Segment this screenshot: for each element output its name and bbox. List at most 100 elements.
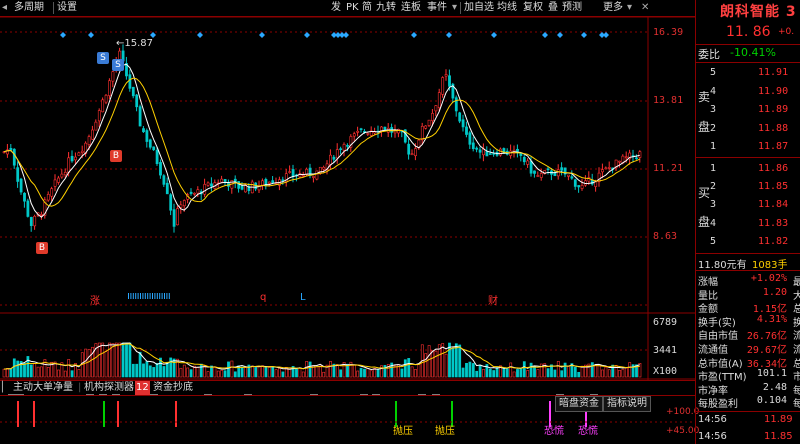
settings-button[interactable]: 设置 [57, 1, 77, 15]
event-diamond[interactable] [411, 32, 417, 38]
event-marker[interactable]: 财 [488, 292, 498, 307]
pk-button[interactable]: PK [346, 1, 359, 15]
close-icon[interactable]: ✕ [641, 1, 649, 15]
jiuzhuan-button[interactable]: 九转 [376, 1, 396, 15]
tab-institution-detector[interactable]: 机构探测器 [84, 381, 134, 395]
candle-body [420, 125, 424, 141]
sell-side-label: 盘 [698, 120, 711, 134]
candle-body [465, 126, 468, 135]
sell-price[interactable]: 11.91 [758, 67, 788, 78]
jian-button[interactable]: 简 [362, 1, 372, 15]
volume-bar [471, 363, 475, 378]
event-diamond[interactable] [603, 32, 609, 38]
buy-marker[interactable]: B [110, 150, 122, 162]
volume-bar [424, 353, 428, 378]
chevron-down-icon[interactable]: ▾ [627, 1, 632, 15]
left-arrow-icon[interactable]: ◂ [2, 1, 7, 15]
candle-body [539, 173, 543, 178]
event-marker[interactable]: L [300, 292, 306, 303]
volume-bar [594, 364, 598, 378]
event-diamond[interactable] [197, 32, 203, 38]
event-diamond[interactable] [60, 32, 66, 38]
multi-period-button[interactable]: 多周期 [14, 1, 44, 15]
sell-price[interactable]: 11.87 [758, 141, 788, 152]
event-diamond[interactable] [304, 32, 310, 38]
volume-bar [206, 371, 210, 378]
price-axis-label: 8.63 [653, 231, 678, 242]
buy-price[interactable]: 11.83 [758, 218, 788, 229]
event-marker[interactable]: 涨 [90, 292, 100, 307]
add-watchlist-button[interactable]: 加自选 [464, 1, 494, 15]
candle-body [526, 160, 530, 165]
buy-price[interactable]: 11.86 [758, 163, 788, 174]
candle-body [169, 194, 173, 211]
candle-body [288, 171, 292, 173]
candle-body [471, 142, 475, 150]
event-tick [156, 293, 158, 299]
event-diamond[interactable] [343, 32, 349, 38]
overlay-button[interactable]: 叠 [548, 1, 558, 15]
volume-bar [522, 361, 526, 378]
tab-capital-bottom[interactable]: 资金抄底 [153, 381, 193, 395]
event-diamond[interactable] [581, 32, 587, 38]
event-marker[interactable]: q [260, 292, 266, 303]
buy-marker[interactable]: B [36, 242, 48, 254]
sell-price[interactable]: 11.88 [758, 123, 788, 134]
candle-body [33, 215, 37, 227]
events-button[interactable]: 事件 [427, 1, 447, 15]
more-button[interactable]: 更多 [603, 1, 623, 15]
event-diamond[interactable] [542, 32, 548, 38]
candle-body [12, 148, 16, 166]
candle-body [203, 184, 207, 195]
volume-bar [546, 368, 550, 378]
fa-button[interactable]: 发 [331, 1, 341, 15]
volume-axis-label: 6789 [653, 317, 678, 328]
dark-pool-button[interactable]: 暗盘资金 [555, 396, 603, 412]
candle-body [46, 193, 50, 201]
sell-level: 3 [710, 104, 717, 115]
volume-bar [6, 368, 9, 378]
tab-main-big-order[interactable]: 主动大单净量 [13, 381, 73, 395]
candle-body [607, 167, 611, 169]
forecast-button[interactable]: 预测 [562, 1, 582, 15]
candle-body [342, 144, 346, 151]
candle-body [108, 80, 111, 96]
chevron-down-icon[interactable]: ▾ [452, 1, 457, 15]
sell-price[interactable]: 11.90 [758, 86, 788, 97]
candle-body [536, 175, 540, 177]
volume-bar [271, 366, 275, 378]
event-diamond[interactable] [88, 32, 94, 38]
event-diamond[interactable] [491, 32, 497, 38]
event-diamond[interactable] [446, 32, 452, 38]
buy-price[interactable]: 11.82 [758, 236, 788, 247]
volume-bar [488, 368, 492, 378]
candle-body [315, 170, 319, 180]
candle-body [189, 191, 193, 194]
event-tick [154, 293, 156, 299]
event-diamond[interactable] [259, 32, 265, 38]
volume-bar [478, 364, 482, 378]
candle-body [461, 119, 465, 128]
buy-price[interactable]: 11.85 [758, 181, 788, 192]
indicator-help-button[interactable]: 指标说明 [603, 396, 651, 412]
volume-bar [70, 370, 74, 378]
event-tick [168, 293, 170, 299]
sell-marker[interactable]: S [112, 59, 124, 71]
buy-price[interactable]: 11.84 [758, 199, 788, 210]
sell-marker[interactable]: S [97, 52, 109, 64]
volume-bar [611, 364, 615, 378]
candle-body [437, 92, 441, 108]
tab-badge-12[interactable]: 12 [135, 381, 150, 395]
event-diamond[interactable] [557, 32, 563, 38]
candle-body [346, 145, 349, 147]
ma-button[interactable]: 均线 [497, 1, 517, 15]
candle-body [444, 74, 448, 77]
candle-body [441, 77, 445, 95]
volume-bar [618, 370, 621, 378]
lianban-button[interactable]: 连板 [401, 1, 421, 15]
adjust-button[interactable]: 复权 [523, 1, 543, 15]
weibi-label: 委比 [698, 48, 720, 61]
sell-price[interactable]: 11.89 [758, 104, 788, 115]
candle-body [431, 113, 434, 121]
tab-arrow-icon[interactable]: ▏ [2, 381, 10, 395]
